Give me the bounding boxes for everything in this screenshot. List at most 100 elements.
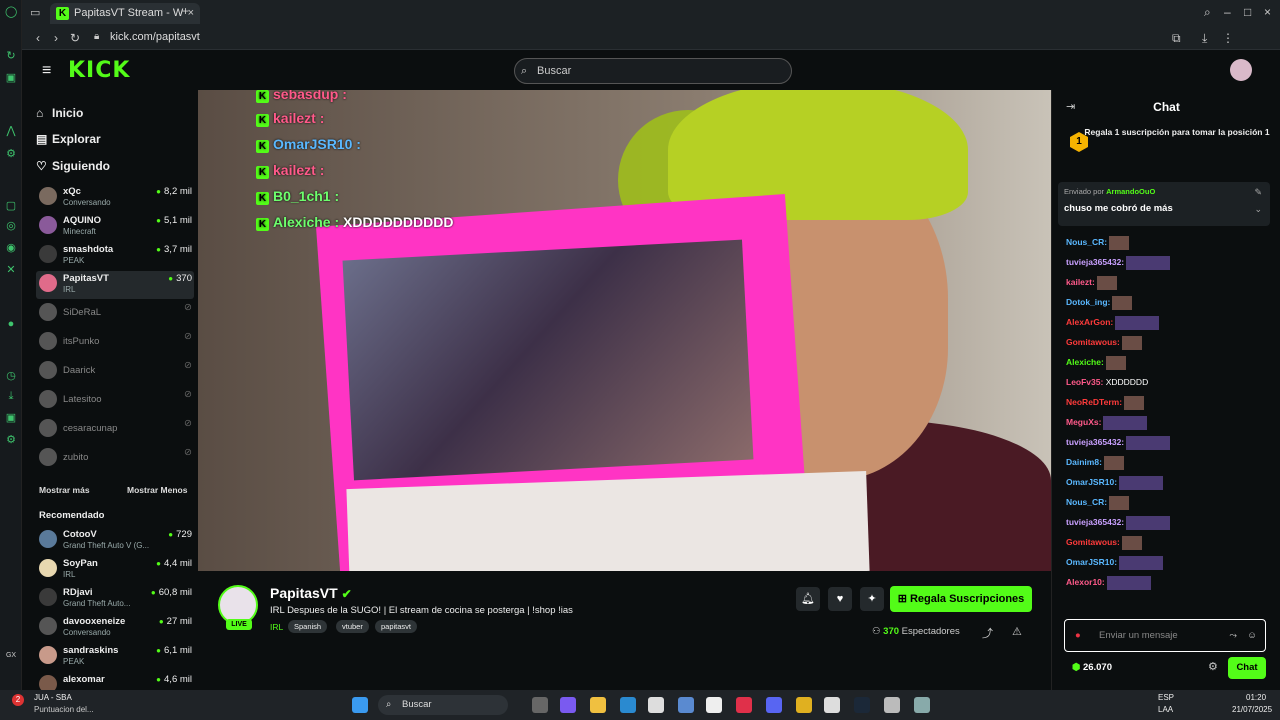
emoji-icon[interactable]: ☺ (1247, 620, 1257, 651)
chat-message[interactable]: tuvieja365432: (1066, 435, 1171, 450)
kick-icon[interactable]: ⋀ (5, 125, 17, 137)
file-explorer-icon[interactable] (590, 697, 606, 713)
chevron-down-icon[interactable]: ⌄ (1254, 204, 1262, 215)
gift-leaderboard-prompt[interactable]: Regala 1 suscripción para tomar la posic… (1058, 126, 1272, 166)
sidebar-channel[interactable]: AQUINOMinecraft 5,1 mil (36, 213, 194, 241)
language-indicator[interactable]: ESP (1158, 693, 1174, 702)
report-icon[interactable]: ⚠ (1012, 625, 1022, 638)
chat-message[interactable]: Dainim8: (1066, 455, 1124, 470)
clock-date[interactable]: 21/07/2025 (1232, 705, 1272, 714)
video-player[interactable]: Ksebasdup : Kkailezt : K OmarJSR10 : Kkai… (198, 90, 1051, 571)
obs-icon[interactable] (884, 697, 900, 713)
camera-icon[interactable]: ▣ (5, 72, 17, 84)
forward-icon[interactable]: › (54, 31, 58, 45)
chat-message[interactable]: kailezt: (1066, 275, 1117, 290)
discord-icon[interactable] (766, 697, 782, 713)
chat-username[interactable]: MeguXs: (1066, 417, 1101, 427)
tab-kick-stream[interactable]: K PapitasVT Stream - W × (50, 3, 200, 24)
gif-icon[interactable]: ⤳ (1229, 620, 1237, 651)
chat-message[interactable]: MeguXs: (1066, 415, 1148, 430)
search-tabs-icon[interactable]: ⌕ (1204, 5, 1211, 20)
chat-message[interactable]: Gomitawous: (1066, 535, 1142, 550)
notification-bell-button[interactable]: 🔔︎ (796, 587, 820, 611)
gear-icon[interactable]: ⚙ (5, 434, 17, 446)
opera-gx-icon[interactable] (736, 697, 752, 713)
sidebar-channel[interactable]: smashdotaPEAK 3,7 mil (36, 242, 194, 270)
gift-subscriptions-button[interactable]: ⊞ Regala Suscripciones (890, 586, 1032, 612)
new-tab-icon[interactable]: + (182, 4, 189, 18)
chat-username[interactable]: tuvieja365432: (1066, 437, 1124, 447)
sidebar-channel-offline[interactable]: zubito ⊘ (36, 445, 194, 473)
settings-icon[interactable]: ⚙ (5, 148, 17, 160)
notification-sub[interactable]: Puntuacion del... (34, 705, 94, 714)
chat-message[interactable]: NeoReDTerm: (1066, 395, 1145, 410)
kick-logo[interactable]: KICK (68, 58, 130, 83)
chat-username[interactable]: Dotok_ing: (1066, 297, 1110, 307)
discord-icon[interactable]: ◉ (5, 242, 17, 254)
chat-username[interactable]: NeoReDTerm: (1066, 397, 1122, 407)
clip-sparkle-button[interactable]: ✦ (860, 587, 884, 611)
chat-message[interactable]: AlexArGon: (1066, 315, 1160, 330)
sidebar-recommended-channel[interactable]: SoyPanIRL 4,4 mil (36, 556, 194, 584)
gx-icon[interactable]: GX (5, 650, 17, 662)
settings-icon[interactable] (914, 697, 930, 713)
chat-username[interactable]: OmarJSR10: (1066, 477, 1117, 487)
stream-tag[interactable]: vtuber (336, 620, 369, 633)
reload-icon[interactable]: ↻ (70, 31, 80, 45)
chat-message[interactable]: OmarJSR10: (1066, 475, 1164, 490)
chat-username[interactable]: OmarJSR10: (1066, 557, 1117, 567)
extensions-icon[interactable]: ⧉ (1172, 31, 1181, 46)
history-icon[interactable]: ◷ (5, 370, 17, 382)
chat-input[interactable]: ● Enviar un mensaje ⤳ ☺ (1064, 619, 1266, 652)
nav-following[interactable]: ♡ Siguiendo (36, 159, 110, 173)
chat-message[interactable]: OmarJSR10: (1066, 555, 1164, 570)
box-icon[interactable]: ▣ (5, 412, 17, 424)
refresh-icon[interactable]: ↻ (5, 50, 17, 62)
opera-logo-icon[interactable]: ◯ (5, 6, 17, 18)
store-icon[interactable] (648, 697, 664, 713)
sidebar-channel-offline[interactable]: Latesitoo ⊘ (36, 387, 194, 415)
windows-start-icon[interactable] (352, 697, 368, 713)
streamer-name[interactable]: PapitasVT ✔ (270, 585, 352, 601)
chat-message[interactable]: Gomitawous: (1066, 335, 1142, 350)
copilot-icon[interactable] (560, 697, 576, 713)
send-chat-button[interactable]: Chat (1228, 657, 1266, 679)
sidebar-channel-active[interactable]: PapitasVTIRL 370 (36, 271, 194, 299)
user-avatar[interactable] (1230, 59, 1252, 81)
chat-username[interactable]: Alexor10: (1066, 577, 1105, 587)
share-icon[interactable]: ⤴ (982, 625, 993, 641)
snipping-icon[interactable] (678, 697, 694, 713)
chat-username[interactable]: AlexArGon: (1066, 317, 1113, 327)
sidebar-channel-offline[interactable]: itsPunko ⊘ (36, 329, 194, 357)
chat-message[interactable]: Alexor10: (1066, 575, 1151, 590)
menu-dots-icon[interactable]: ⋮ (1222, 31, 1234, 45)
download-icon[interactable]: ⤓ (5, 390, 17, 402)
chat-message[interactable]: tuvieja365432: (1066, 515, 1171, 530)
dot-icon[interactable]: ● (5, 318, 17, 330)
whatsapp-icon[interactable]: ◎ (5, 220, 17, 232)
pinned-message[interactable]: Enviado por ArmandoOuO chuso me cobró de… (1058, 182, 1270, 226)
chat-username[interactable]: LeoFv35: (1066, 377, 1103, 387)
sidebar-channel-offline[interactable]: cesaracunap ⊘ (36, 416, 194, 444)
stream-tag[interactable]: Spanish (288, 620, 328, 633)
maximize-icon[interactable]: □ (1244, 5, 1251, 19)
notification-count-badge[interactable]: 2 (12, 694, 24, 706)
chat-username[interactable]: Gomitawous: (1066, 537, 1120, 547)
search-input[interactable]: ⌕ Buscar (514, 58, 792, 84)
sidebar-recommended-channel[interactable]: alexomar 4,6 mil (36, 672, 194, 690)
app-icon[interactable] (706, 697, 722, 713)
stream-category[interactable]: IRL (270, 622, 283, 632)
show-less-button[interactable]: Mostrar Menos (127, 485, 187, 495)
clock-time[interactable]: 01:20 (1246, 693, 1266, 702)
download-icon[interactable]: ⤓ (1202, 31, 1207, 46)
minimize-icon[interactable]: – (1224, 5, 1231, 19)
chat-icon[interactable]: ▢ (5, 200, 17, 212)
chat-username[interactable]: Nous_CR: (1066, 497, 1107, 507)
notification-app[interactable]: JUA - SBA (34, 693, 72, 702)
hamburger-menu-icon[interactable]: ≡ (42, 62, 51, 80)
nav-home[interactable]: ⌂ Inicio (36, 106, 83, 120)
chat-message[interactable]: tuvieja365432: (1066, 255, 1171, 270)
chrome-icon[interactable] (796, 697, 812, 713)
sidebar-channel-offline[interactable]: SiDeRaL ⊘ (36, 300, 194, 328)
follow-heart-button[interactable]: ♥ (828, 587, 852, 611)
